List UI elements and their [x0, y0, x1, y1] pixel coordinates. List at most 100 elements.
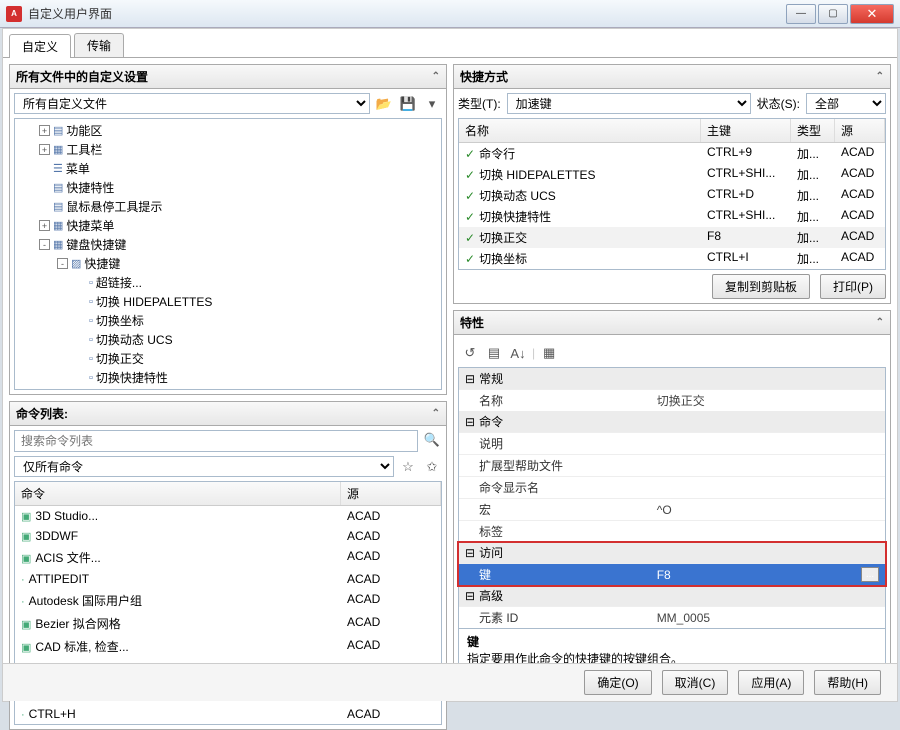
- col-source[interactable]: 源: [341, 482, 441, 505]
- properties-grid[interactable]: ⊟常规 名称切换正交 ⊟命令 说明 扩展型帮助文件 命令显示名 宏^O 标签 ⊟…: [458, 367, 886, 629]
- open-icon[interactable]: 📂: [374, 94, 394, 114]
- col-command[interactable]: 命令: [15, 482, 341, 505]
- type-label: 类型(T):: [458, 95, 501, 112]
- help-button[interactable]: 帮助(H): [814, 670, 881, 695]
- reset-icon[interactable]: ↺: [460, 343, 480, 363]
- tree-item[interactable]: ▫切换正交: [15, 349, 439, 368]
- command-row[interactable]: ·Autodesk 国际用户组ACAD: [15, 589, 441, 612]
- prop-cat-cmd[interactable]: ⊟命令: [459, 411, 885, 432]
- save-icon[interactable]: 💾: [398, 94, 418, 114]
- shortcut-row[interactable]: ✓切换正交F8加...ACAD: [459, 227, 885, 248]
- minimize-button[interactable]: —: [786, 4, 816, 24]
- node-icon: ▤: [53, 181, 63, 194]
- check-icon: ✓: [465, 210, 475, 224]
- collapse-icon[interactable]: ⌃: [876, 71, 884, 82]
- tree-item[interactable]: +▦工具栏: [15, 140, 439, 159]
- command-row[interactable]: ·ATTIPEDITACAD: [15, 569, 441, 589]
- category-icon[interactable]: ▤: [484, 343, 504, 363]
- col-key[interactable]: 主键: [701, 119, 791, 142]
- command-row[interactable]: ▣3DDWFACAD: [15, 526, 441, 546]
- node-icon: ▫: [89, 296, 93, 308]
- type-dropdown[interactable]: 加速键: [507, 93, 751, 114]
- shortcuts-panel-head: 快捷方式 ⌃: [454, 65, 890, 89]
- node-icon: ▫: [89, 277, 93, 289]
- command-row[interactable]: ▣Bezier 拟合网格ACAD: [15, 612, 441, 635]
- tab-customize[interactable]: 自定义: [9, 34, 71, 58]
- tree-item[interactable]: ▫切换坐标: [15, 311, 439, 330]
- command-search-input[interactable]: [14, 430, 418, 452]
- prop-cat-access[interactable]: ⊟访问: [459, 542, 885, 563]
- shortcut-row[interactable]: ✓切换坐标CTRL+I加...ACAD: [459, 248, 885, 269]
- prop-row-key[interactable]: 键 F8...: [459, 563, 885, 585]
- tree-item[interactable]: ▤快捷特性: [15, 178, 439, 197]
- maximize-button[interactable]: ▢: [818, 4, 848, 24]
- command-list-head: 命令列表: ⌃: [10, 402, 446, 426]
- tab-transfer[interactable]: 传输: [74, 33, 124, 57]
- command-row[interactable]: ▣3D Studio...ACAD: [15, 506, 441, 526]
- col-type[interactable]: 类型: [791, 119, 835, 142]
- command-list-title: 命令列表:: [16, 405, 68, 422]
- shortcut-row[interactable]: ✓切换动态 UCSCTRL+D加...ACAD: [459, 185, 885, 206]
- status-dropdown[interactable]: 全部: [806, 93, 886, 114]
- collapse-icon[interactable]: ⌃: [876, 317, 884, 328]
- command-row[interactable]: ·CTRL+HACAD: [15, 704, 441, 724]
- right-column: 快捷方式 ⌃ 类型(T): 加速键 状态(S): 全部 名称 主键: [453, 64, 891, 662]
- tree-item[interactable]: ▤鼠标悬停工具提示: [15, 197, 439, 216]
- node-icon: ▦: [53, 238, 63, 251]
- check-icon: ✓: [465, 231, 475, 245]
- star-icon[interactable]: ☆: [398, 457, 418, 477]
- tree-item[interactable]: +▤功能区: [15, 121, 439, 140]
- favorite-icon[interactable]: ✩: [422, 457, 442, 477]
- chevron-down-icon[interactable]: ▾: [422, 94, 442, 114]
- prop-cat-adv[interactable]: ⊟高级: [459, 585, 885, 606]
- ellipsis-button[interactable]: ...: [861, 567, 879, 582]
- node-icon: ▨: [71, 257, 81, 270]
- close-button[interactable]: ✕: [850, 4, 894, 24]
- command-filter-dropdown[interactable]: 仅所有命令: [14, 456, 394, 477]
- shortcut-row[interactable]: ✓命令行CTRL+9加...ACAD: [459, 143, 885, 164]
- command-row[interactable]: ▣ACIS 文件...ACAD: [15, 546, 441, 569]
- alpha-sort-icon[interactable]: A↓: [508, 343, 528, 363]
- check-icon: ✓: [465, 189, 475, 203]
- copy-to-clipboard-button[interactable]: 复制到剪贴板: [712, 274, 810, 299]
- shortcut-row[interactable]: ✓切换 HIDEPALETTESCTRL+SHI...加...ACAD: [459, 164, 885, 185]
- col-name[interactable]: 名称: [459, 119, 701, 142]
- tree-item[interactable]: +▦快捷菜单: [15, 216, 439, 235]
- dialog-content: 自定义 传输 所有文件中的自定义设置 ⌃ 所有自定义文件 📂: [2, 28, 898, 702]
- prop-cat-general[interactable]: ⊟常规: [459, 368, 885, 389]
- search-icon[interactable]: 🔍: [422, 430, 442, 450]
- properties-panel-title: 特性: [460, 314, 484, 331]
- tree-item[interactable]: ☰菜单: [15, 159, 439, 178]
- tree-item[interactable]: -▨快捷键: [15, 254, 439, 273]
- shortcut-row[interactable]: ✓切换快捷特性CTRL+SHI...加...ACAD: [459, 206, 885, 227]
- shortcuts-panel: 快捷方式 ⌃ 类型(T): 加速键 状态(S): 全部 名称 主键: [453, 64, 891, 304]
- customization-tree[interactable]: +▤功能区+▦工具栏☰菜单▤快捷特性▤鼠标悬停工具提示+▦快捷菜单-▦键盘快捷键…: [14, 118, 442, 390]
- customization-panel-title: 所有文件中的自定义设置: [16, 68, 148, 85]
- tree-item[interactable]: ▫超链接...: [15, 273, 439, 292]
- window-controls: — ▢ ✕: [786, 4, 894, 24]
- tree-item[interactable]: ▫切换 HIDEPALETTES: [15, 292, 439, 311]
- collapse-icon[interactable]: ⌃: [432, 408, 440, 419]
- app-icon: A: [6, 6, 22, 22]
- ok-button[interactable]: 确定(O): [584, 670, 651, 695]
- properties-panel: 特性 ⌃ ↺ ▤ A↓ | ▦ ⊟常规 名称切换正交 ⊟命令: [453, 310, 891, 678]
- cancel-button[interactable]: 取消(C): [662, 670, 729, 695]
- tree-item[interactable]: ▫切换快捷特性: [15, 368, 439, 387]
- shortcuts-grid-header: 名称 主键 类型 源: [459, 119, 885, 143]
- status-label: 状态(S):: [757, 95, 800, 112]
- node-icon: ▫: [89, 372, 93, 384]
- window-title: 自定义用户界面: [28, 5, 786, 22]
- apply-button[interactable]: 应用(A): [738, 670, 804, 695]
- tree-item[interactable]: ▫切换动态 UCS: [15, 330, 439, 349]
- desc-title: 键: [467, 633, 877, 650]
- command-row[interactable]: ▣CAD 标准, 检查...ACAD: [15, 635, 441, 658]
- print-button[interactable]: 打印(P): [820, 274, 886, 299]
- command-grid-header: 命令 源: [15, 482, 441, 506]
- prop-sheet-icon[interactable]: ▦: [539, 343, 559, 363]
- shortcuts-grid[interactable]: 名称 主键 类型 源 ✓命令行CTRL+9加...ACAD✓切换 HIDEPAL…: [458, 118, 886, 270]
- node-icon: ▦: [53, 143, 63, 156]
- collapse-icon[interactable]: ⌃: [432, 71, 440, 82]
- files-dropdown[interactable]: 所有自定义文件: [14, 93, 370, 114]
- col-src[interactable]: 源: [835, 119, 885, 142]
- tree-item[interactable]: -▦键盘快捷键: [15, 235, 439, 254]
